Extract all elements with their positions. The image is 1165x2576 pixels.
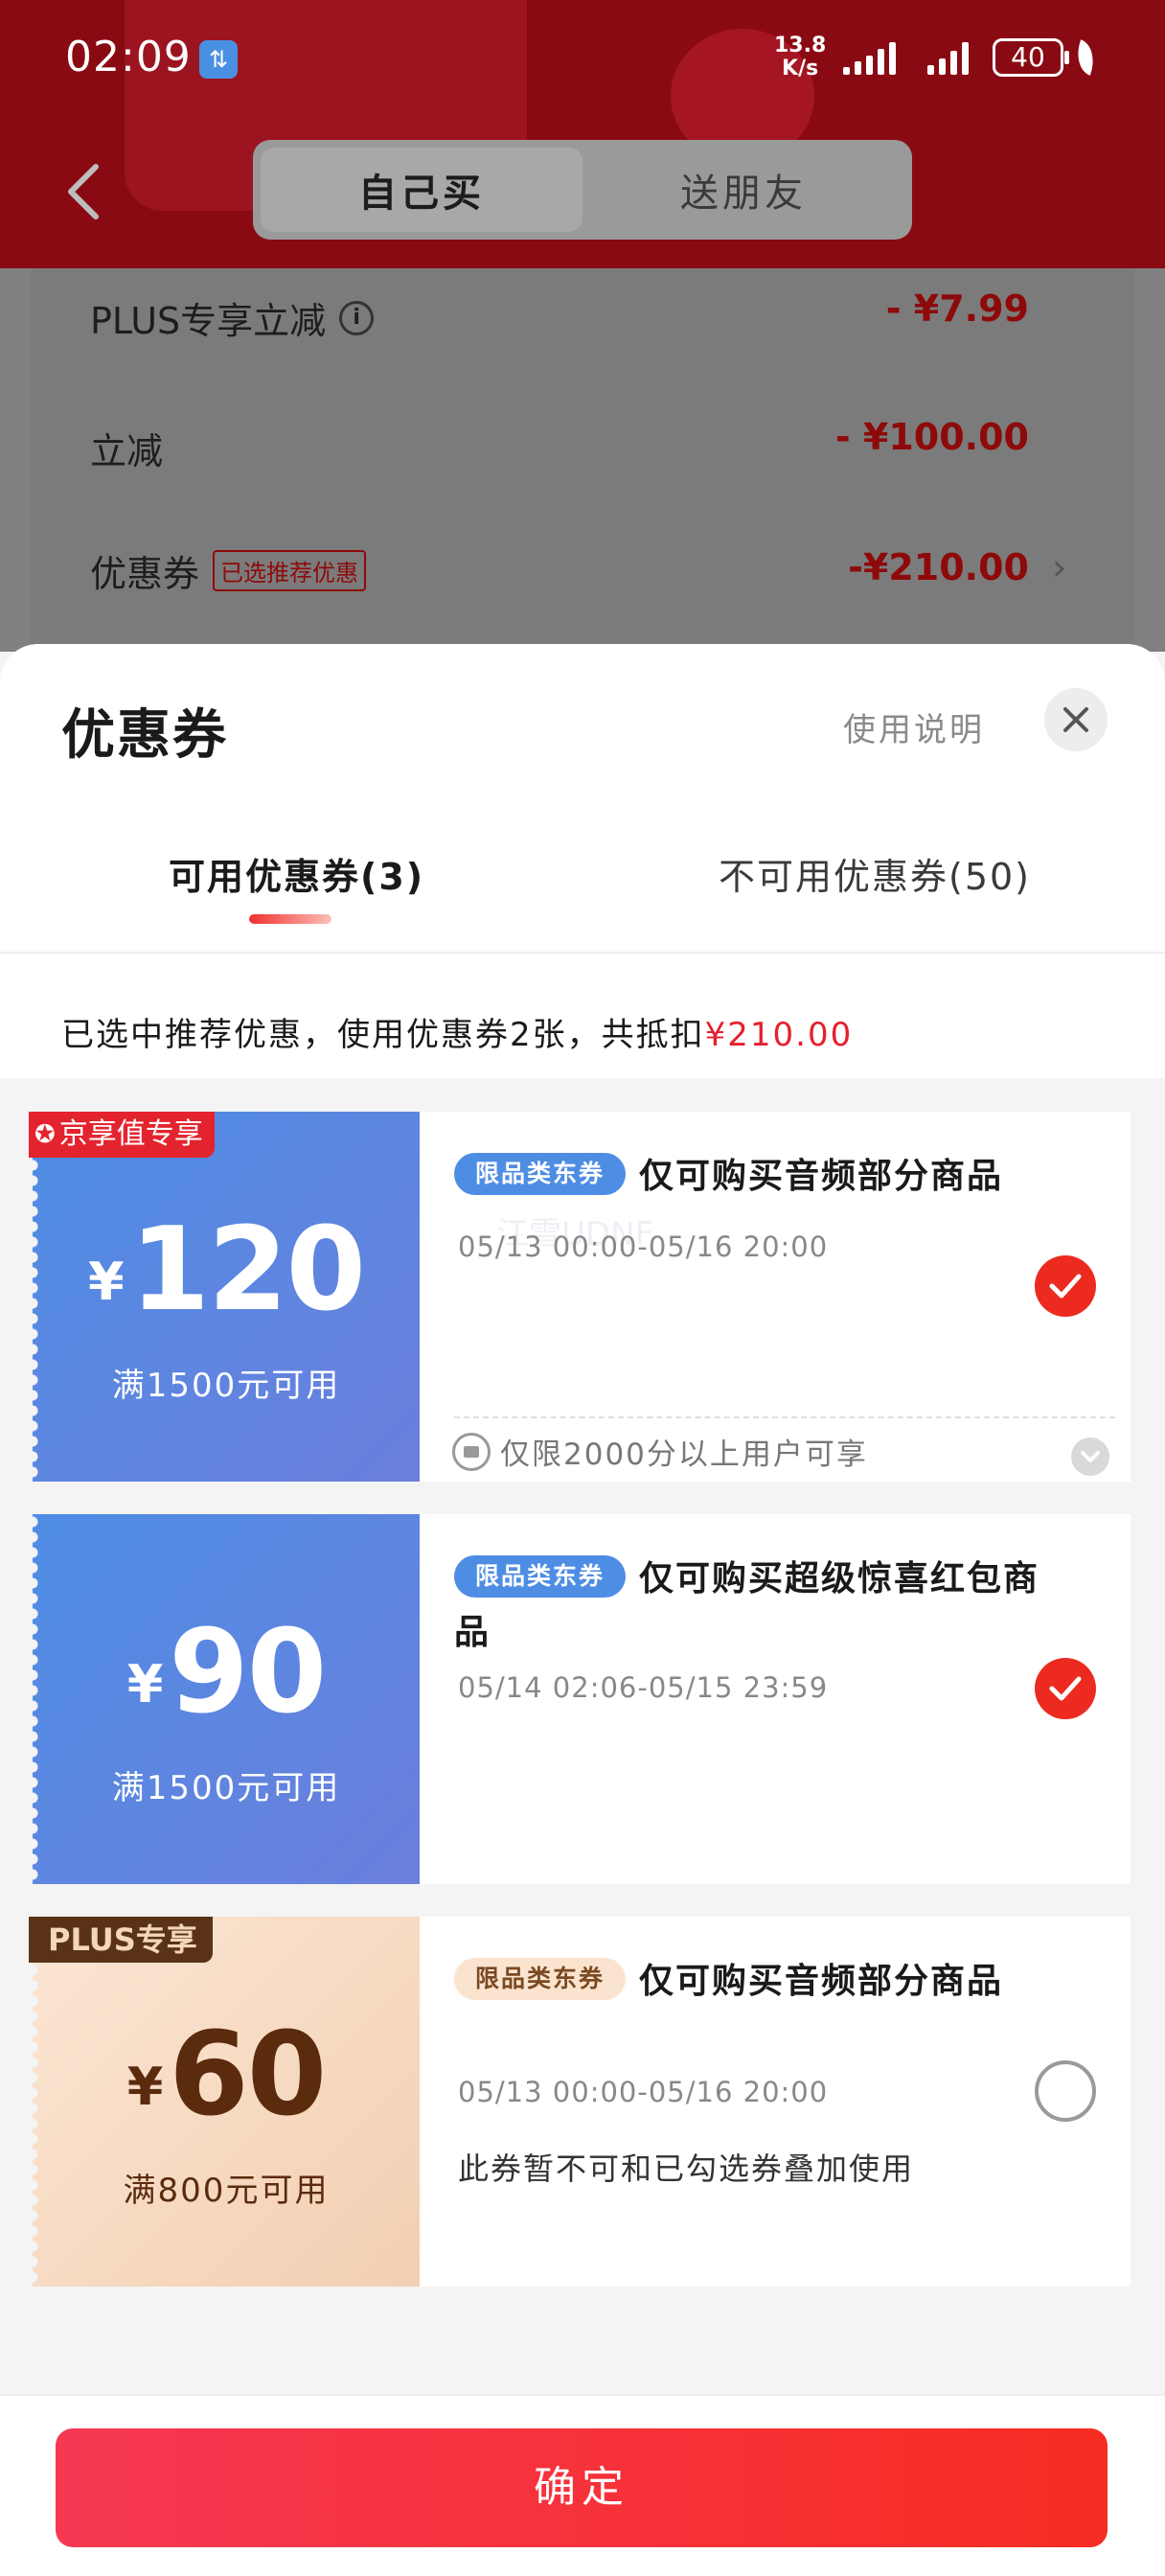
- coupon-limit-note: 仅限2000分以上用户可享: [500, 1438, 868, 1472]
- chevron-right-icon: ›: [1052, 546, 1067, 588]
- coupon-value-panel: ¥60 满800元可用: [33, 1917, 420, 2287]
- coupon-condition: 满800元可用: [123, 2172, 330, 2210]
- chevron-left-icon: [68, 164, 99, 219]
- close-button[interactable]: [1044, 688, 1108, 751]
- purchase-mode-toggle: 自己买 送朋友: [253, 140, 912, 240]
- ticket-icon: [452, 1432, 491, 1471]
- status-time: 02:09: [65, 33, 192, 81]
- confirm-button[interactable]: 确定: [56, 2428, 1108, 2547]
- coupon-details: 限品类东券 仅可购买音频部分商品 05/13 00:00-05/16 20:00 …: [420, 1917, 1131, 2287]
- price-row-label: PLUS专享立减: [90, 300, 327, 342]
- sheet-header: 优惠券 使用说明 可用优惠券(3) 不可用优惠券(50): [0, 644, 1165, 954]
- coupon-details: 江雪UDNF 限品类东券 仅可购买音频部分商品 05/13 00:00-05/16…: [420, 1112, 1131, 1482]
- coupon-amount: ¥60: [33, 2009, 420, 2142]
- coupon-note: 此券暂不可和已勾选券叠加使用: [458, 2150, 915, 2187]
- coupon-amount-value: 60: [169, 2009, 327, 2142]
- checkmark-icon: [1049, 1274, 1082, 1299]
- currency-symbol: ¥: [126, 1654, 164, 1714]
- selection-summary: 已选中推荐优惠，使用优惠券2张，共抵扣¥210.00: [0, 954, 1165, 1078]
- active-tab-indicator: [249, 914, 331, 924]
- jd-value-ribbon: ✪ 京享值专享: [29, 1112, 215, 1158]
- coupon-limit-row[interactable]: 仅限2000分以上用户可享: [452, 1430, 868, 1473]
- data-transfer-icon: ⇅: [199, 40, 238, 79]
- coupon-title: 限品类东券 仅可购买音频部分商品: [454, 1955, 1048, 2009]
- price-row-coupon[interactable]: 优惠券 已选推荐优惠: [90, 544, 367, 597]
- selected-check[interactable]: [1035, 1658, 1096, 1719]
- coupon-sheet: 优惠券 使用说明 可用优惠券(3) 不可用优惠券(50) 已选中推荐优惠，使用优…: [0, 644, 1165, 2576]
- coupon-title: 限品类东券 仅可购买超级惊喜红包商品: [454, 1552, 1048, 1660]
- back-button[interactable]: [59, 161, 107, 222]
- battery-icon: 40: [993, 38, 1069, 77]
- coupon-amount-value: 120: [129, 1204, 366, 1337]
- coupon-category-tag: 限品类东券: [454, 1555, 627, 1598]
- selected-check[interactable]: [1035, 1255, 1096, 1317]
- price-row-value: - ¥7.99: [885, 288, 1029, 330]
- coupon-title-text: 仅可购买音频部分商品: [639, 1962, 1004, 2001]
- tab-buy-self[interactable]: 自己买: [261, 148, 582, 232]
- select-radio[interactable]: [1035, 2060, 1096, 2122]
- coupon-card[interactable]: ¥60 满800元可用 PLUS专享 限品类东券 仅可购买音频部分商品 05/13…: [29, 1917, 1131, 2287]
- network-speed: 13.8 K/s: [774, 34, 826, 80]
- currency-symbol: ¥: [87, 1252, 125, 1312]
- tab-unavailable-coupons[interactable]: 不可用优惠券(50): [719, 847, 1031, 900]
- coupon-condition: 满1500元可用: [111, 1769, 341, 1807]
- plus-exclusive-ribbon: PLUS专享: [29, 1917, 213, 1963]
- ribbon-label: 京享值专享: [58, 1117, 203, 1151]
- summary-text: 已选中推荐优惠，使用优惠券2张，共抵扣: [61, 1016, 705, 1054]
- coupon-value-panel: ¥120 满1500元可用: [33, 1112, 420, 1482]
- coupon-card[interactable]: ¥120 满1500元可用 ✪ 京享值专享 江雪UDNF 限品类东券 仅可购买音频部…: [29, 1112, 1131, 1482]
- tab-gift-friend[interactable]: 送朋友: [582, 148, 904, 232]
- price-row-plus: PLUS专享立减 i: [90, 291, 375, 344]
- summary-amount: ¥210.00: [704, 1016, 854, 1054]
- info-icon[interactable]: i: [339, 300, 375, 335]
- coupon-validity: 05/13 00:00-05/16 20:00: [458, 1230, 829, 1263]
- status-bar: 02:09 ⇅ 13.8 K/s 40: [0, 0, 1165, 120]
- coupon-details: 限品类东券 仅可购买超级惊喜红包商品 05/14 02:06-05/15 23:5…: [420, 1514, 1131, 1884]
- coupon-validity: 05/14 02:06-05/15 23:59: [458, 1671, 829, 1704]
- price-row-discount: 立减: [90, 422, 163, 474]
- price-row-value: -¥210.00: [848, 546, 1029, 588]
- price-row-label: 立减: [90, 430, 164, 472]
- signal-2-icon: [927, 42, 969, 75]
- sheet-title: 优惠券: [61, 704, 228, 767]
- checkmark-icon: [1049, 1676, 1082, 1701]
- coupon-title: 限品类东券 仅可购买音频部分商品: [454, 1150, 1048, 1204]
- award-icon: ✪: [34, 1120, 56, 1149]
- eco-leaf-icon: [1070, 39, 1101, 76]
- coupon-amount: ¥90: [33, 1606, 420, 1739]
- divider: [454, 1416, 1115, 1418]
- expand-icon[interactable]: [1071, 1438, 1109, 1476]
- coupon-condition: 满1500元可用: [111, 1367, 341, 1405]
- network-speed-unit: K/s: [782, 57, 819, 80]
- signal-1-icon: [843, 42, 896, 75]
- price-row-label: 优惠券: [90, 553, 200, 595]
- coupon-validity: 05/13 00:00-05/16 20:00: [458, 2076, 829, 2108]
- price-row-value: - ¥100.00: [834, 416, 1029, 458]
- sheet-footer: 确定: [0, 2394, 1165, 2576]
- coupon-card[interactable]: ¥90 满1500元可用 限品类东券 仅可购买超级惊喜红包商品 05/14 02:…: [33, 1514, 1131, 1884]
- coupon-amount-value: 90: [169, 1606, 327, 1739]
- chevron-down-icon: [1081, 1451, 1100, 1462]
- usage-instructions-link[interactable]: 使用说明: [843, 703, 985, 750]
- coupon-category-tag: 限品类东券: [454, 1958, 627, 2000]
- coupon-amount: ¥120: [33, 1204, 420, 1337]
- coupon-title-text: 仅可购买音频部分商品: [639, 1157, 1004, 1196]
- network-speed-value: 13.8: [774, 34, 827, 58]
- close-icon: [1063, 707, 1088, 732]
- recommended-tag: 已选推荐优惠: [213, 550, 367, 591]
- currency-symbol: ¥: [126, 2057, 164, 2117]
- coupon-value-panel: ¥90 满1500元可用: [33, 1514, 420, 1884]
- tab-available-coupons[interactable]: 可用优惠券(3): [169, 847, 424, 900]
- coupon-category-tag: 限品类东券: [454, 1153, 627, 1195]
